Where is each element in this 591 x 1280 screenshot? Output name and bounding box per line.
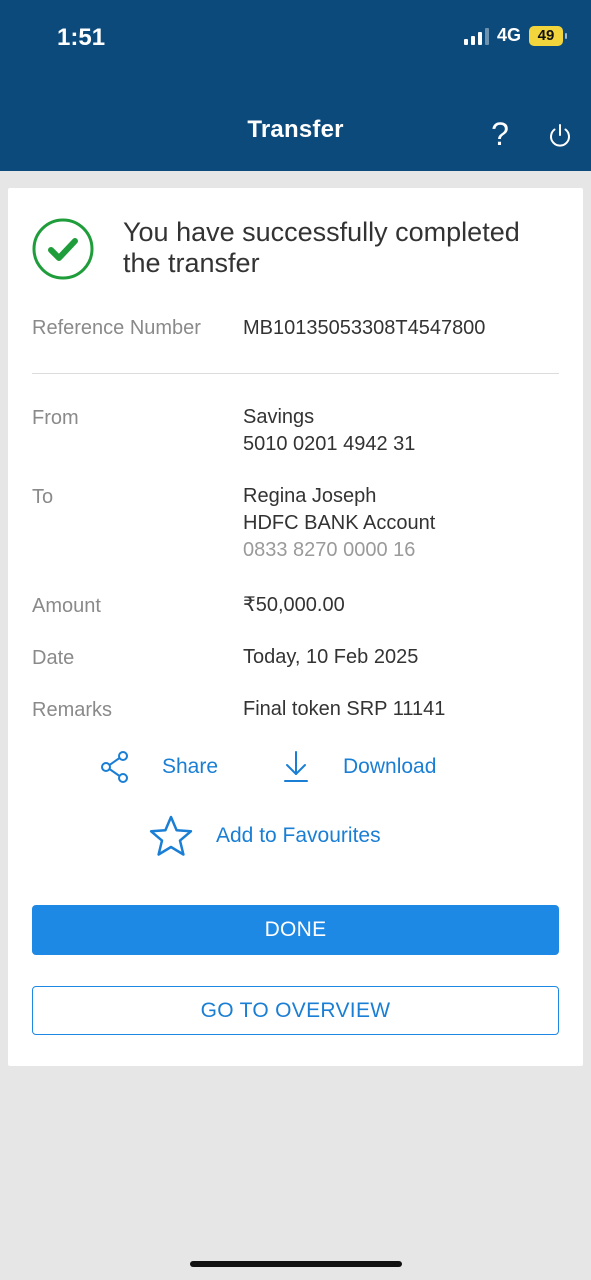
download-label: Download — [343, 755, 437, 778]
check-circle-icon — [32, 218, 94, 280]
share-button[interactable]: Share — [100, 750, 218, 784]
to-value: Regina Joseph HDFC BANK Account 0833 827… — [243, 483, 435, 564]
divider — [32, 373, 559, 374]
share-icon — [101, 751, 128, 783]
remarks-label: Remarks — [32, 699, 113, 721]
help-button[interactable]: ? — [488, 114, 512, 154]
go-to-overview-button[interactable]: GO TO OVERVIEW — [32, 986, 559, 1035]
reference-label: Reference Number — [32, 317, 201, 339]
date-label: Date — [32, 647, 75, 669]
from-account-type: Savings — [243, 406, 315, 428]
home-indicator[interactable] — [190, 1261, 402, 1267]
success-message: You have successfully completed the tran… — [123, 217, 520, 278]
battery-level: 49 — [537, 27, 555, 44]
download-icon — [284, 751, 308, 782]
payee-bank: HDFC BANK Account — [243, 512, 436, 534]
network-type: 4G — [496, 25, 521, 45]
app-header: 1:51 4G 49 Transfer ? — [0, 0, 591, 171]
signal-icon — [463, 27, 489, 45]
confirmation-card: You have successfully completed the tran… — [8, 188, 583, 1066]
status-time: 1:51 — [57, 24, 106, 51]
share-label: Share — [162, 755, 219, 778]
favourites-label: Add to Favourites — [216, 824, 381, 847]
done-button[interactable]: DONE — [32, 905, 559, 955]
from-account-number: 5010 0201 4942 31 — [243, 433, 416, 455]
transfer-success-screen: 1:51 4G 49 Transfer ? You have successfu… — [0, 0, 591, 1280]
from-value: Savings 5010 0201 4942 31 — [243, 404, 415, 458]
payee-name: Regina Joseph — [243, 485, 377, 507]
from-label: From — [32, 407, 79, 429]
reference-value: MB10135053308T4547800 — [243, 317, 486, 339]
amount-label: Amount — [32, 595, 101, 617]
remarks-value: Final token SRP 11141 — [243, 698, 446, 720]
to-label: To — [32, 486, 54, 508]
star-icon — [149, 815, 193, 856]
download-button[interactable]: Download — [282, 750, 436, 784]
date-value: Today, 10 Feb 2025 — [243, 646, 419, 668]
status-indicators: 4G 49 — [463, 25, 567, 46]
amount-value: ₹50,000.00 — [243, 594, 345, 616]
add-to-favourites-button[interactable]: Add to Favourites — [148, 814, 381, 858]
power-icon[interactable] — [546, 122, 574, 150]
battery-icon: 49 — [529, 25, 567, 46]
payee-account-number: 0833 8270 0000 16 — [243, 539, 416, 561]
